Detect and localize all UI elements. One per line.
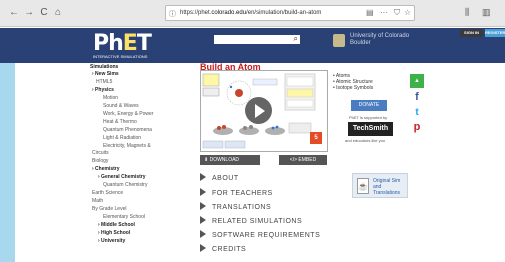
sidebar-simulations-heading[interactable]: Simulations xyxy=(90,64,118,70)
bookmark-star-icon[interactable]: ☆ xyxy=(404,8,411,17)
triangle-right-icon xyxy=(200,202,206,210)
download-button[interactable]: ⬇ DOWNLOAD xyxy=(200,155,260,165)
embed-button[interactable]: </> EMBED xyxy=(279,155,327,165)
more-actions-icon[interactable]: ··· xyxy=(380,8,388,17)
sidebar-item-chemistry[interactable]: › Chemistry xyxy=(92,166,120,172)
sidebar-item-quantum-phenomena[interactable]: Quantum Phenomena xyxy=(103,127,152,133)
cu-line2: Boulder xyxy=(350,40,371,46)
play-icon xyxy=(255,104,265,118)
section-translations-label: TRANSLATIONS xyxy=(212,204,272,211)
site-header xyxy=(0,28,505,63)
section-about-label: ABOUT xyxy=(212,175,239,182)
reload-icon[interactable]: C xyxy=(38,7,50,19)
twitter-icon[interactable]: t xyxy=(410,106,424,120)
cu-boulder-logo-icon[interactable] xyxy=(333,34,345,47)
sidebar-item-math[interactable]: Math xyxy=(92,198,103,204)
sidebar-item-high-school[interactable]: › High School xyxy=(98,230,130,236)
section-translations[interactable]: TRANSLATIONS xyxy=(200,202,271,211)
techsmith-logo[interactable]: TechSmith xyxy=(348,122,393,136)
back-icon[interactable]: ← xyxy=(8,7,20,19)
sidebar-item-earth-science[interactable]: Earth Science xyxy=(92,190,123,196)
techsmith-subtext: and educators like you xyxy=(345,138,386,143)
sidebar-item-light-radiation[interactable]: Light & Radiation xyxy=(103,135,141,141)
register-button[interactable]: REGISTER xyxy=(485,29,505,37)
pocket-icon[interactable]: ⛉ xyxy=(394,8,400,18)
sidebar-item-physics[interactable]: › Physics xyxy=(92,87,114,93)
sidebar-item-quantum-chemistry[interactable]: Quantum Chemistry xyxy=(103,182,147,188)
sidebar-item-html5[interactable]: HTML5 xyxy=(96,79,112,85)
logo-subtitle: INTERACTIVE SIMULATIONS xyxy=(93,54,148,59)
section-credits[interactable]: CREDITS xyxy=(200,244,246,253)
sidebar-item-elementary[interactable]: Elementary School xyxy=(103,214,145,220)
home-icon[interactable]: ⌂ xyxy=(52,7,64,19)
forward-icon[interactable]: → xyxy=(23,7,35,19)
section-related-simulations[interactable]: RELATED SIMULATIONS xyxy=(200,216,302,225)
section-software-requirements-label: SOFTWARE REQUIREMENTS xyxy=(212,232,321,239)
facebook-icon[interactable]: f xyxy=(410,90,424,104)
cu-line1: University of Colorado xyxy=(350,33,410,39)
triangle-right-icon xyxy=(200,216,206,224)
sidebar-item-motion[interactable]: Motion xyxy=(103,95,118,101)
sidebar-item-electricity[interactable]: Electricity, Magnets & xyxy=(103,143,151,149)
sidebar-item-general-chemistry[interactable]: › General Chemistry xyxy=(98,174,146,180)
search-input[interactable]: ⌕ xyxy=(214,34,300,44)
section-software-requirements[interactable]: SOFTWARE REQUIREMENTS xyxy=(200,230,320,239)
pinterest-icon[interactable]: p xyxy=(410,120,424,134)
triangle-right-icon xyxy=(200,188,206,196)
sidebar-item-by-grade[interactable]: By Grade Level xyxy=(92,206,126,212)
sidebar-item-biology[interactable]: Biology xyxy=(92,158,108,164)
reader-view-icon[interactable]: ▤ xyxy=(366,8,374,17)
triangle-right-icon xyxy=(200,173,206,181)
sign-in-button[interactable]: SIGN IN xyxy=(460,29,483,37)
original-sim-line2: Translations xyxy=(373,190,401,196)
logo-text: PhET xyxy=(93,31,152,56)
library-icon[interactable]: ⫼ xyxy=(465,7,469,18)
sidebar-item-sound-waves[interactable]: Sound & Waves xyxy=(103,103,139,109)
sidebar-item-electricity-cont[interactable]: Circuits xyxy=(92,150,109,156)
url-text: https://phet.colorado.edu/en/simulation/… xyxy=(180,10,322,16)
left-decoration-strip xyxy=(0,63,15,262)
triangle-right-icon xyxy=(200,244,206,252)
search-icon[interactable]: ⌕ xyxy=(294,34,298,44)
sidebar-toggle-icon[interactable]: ▥ xyxy=(482,7,491,18)
sidebar-item-new-sims[interactable]: › New Sims xyxy=(92,71,119,77)
sidebar-item-work-energy[interactable]: Work, Energy & Power xyxy=(103,111,153,117)
original-sim-translations-link[interactable]: ☕ Original Sim and Translations xyxy=(352,173,408,198)
phet-logo[interactable]: PhET INTERACTIVE SIMULATIONS xyxy=(93,31,159,59)
donate-button[interactable]: DONATE xyxy=(351,100,387,111)
html5-badge-icon: 5 xyxy=(310,132,322,144)
section-for-teachers[interactable]: FOR TEACHERS xyxy=(200,188,273,197)
java-icon: ☕ xyxy=(357,178,369,194)
section-about[interactable]: ABOUT xyxy=(200,173,239,182)
info-icon[interactable]: ⓘ xyxy=(169,9,176,19)
address-bar[interactable]: ⓘ https://phet.colorado.edu/en/simulatio… xyxy=(165,5,415,21)
supported-by-text: PhET is supported by xyxy=(349,115,388,120)
section-for-teachers-label: FOR TEACHERS xyxy=(212,190,273,197)
section-credits-label: CREDITS xyxy=(212,246,247,253)
topic-isotope-symbols[interactable]: • Isotope Symbols xyxy=(333,85,373,91)
share-icon[interactable]: ▲ xyxy=(410,74,424,88)
original-sim-line1: Original Sim and xyxy=(373,178,401,190)
play-button[interactable] xyxy=(245,97,272,124)
triangle-right-icon xyxy=(200,230,206,238)
section-related-simulations-label: RELATED SIMULATIONS xyxy=(212,218,303,225)
sidebar-item-university[interactable]: › University xyxy=(98,238,125,244)
original-sim-text: Original Sim and Translations xyxy=(373,178,407,196)
sidebar-item-middle-school[interactable]: › Middle School xyxy=(98,222,135,228)
sidebar-item-heat-thermo[interactable]: Heat & Thermo xyxy=(103,119,137,125)
cu-boulder-link[interactable]: University of Colorado Boulder xyxy=(350,33,409,47)
